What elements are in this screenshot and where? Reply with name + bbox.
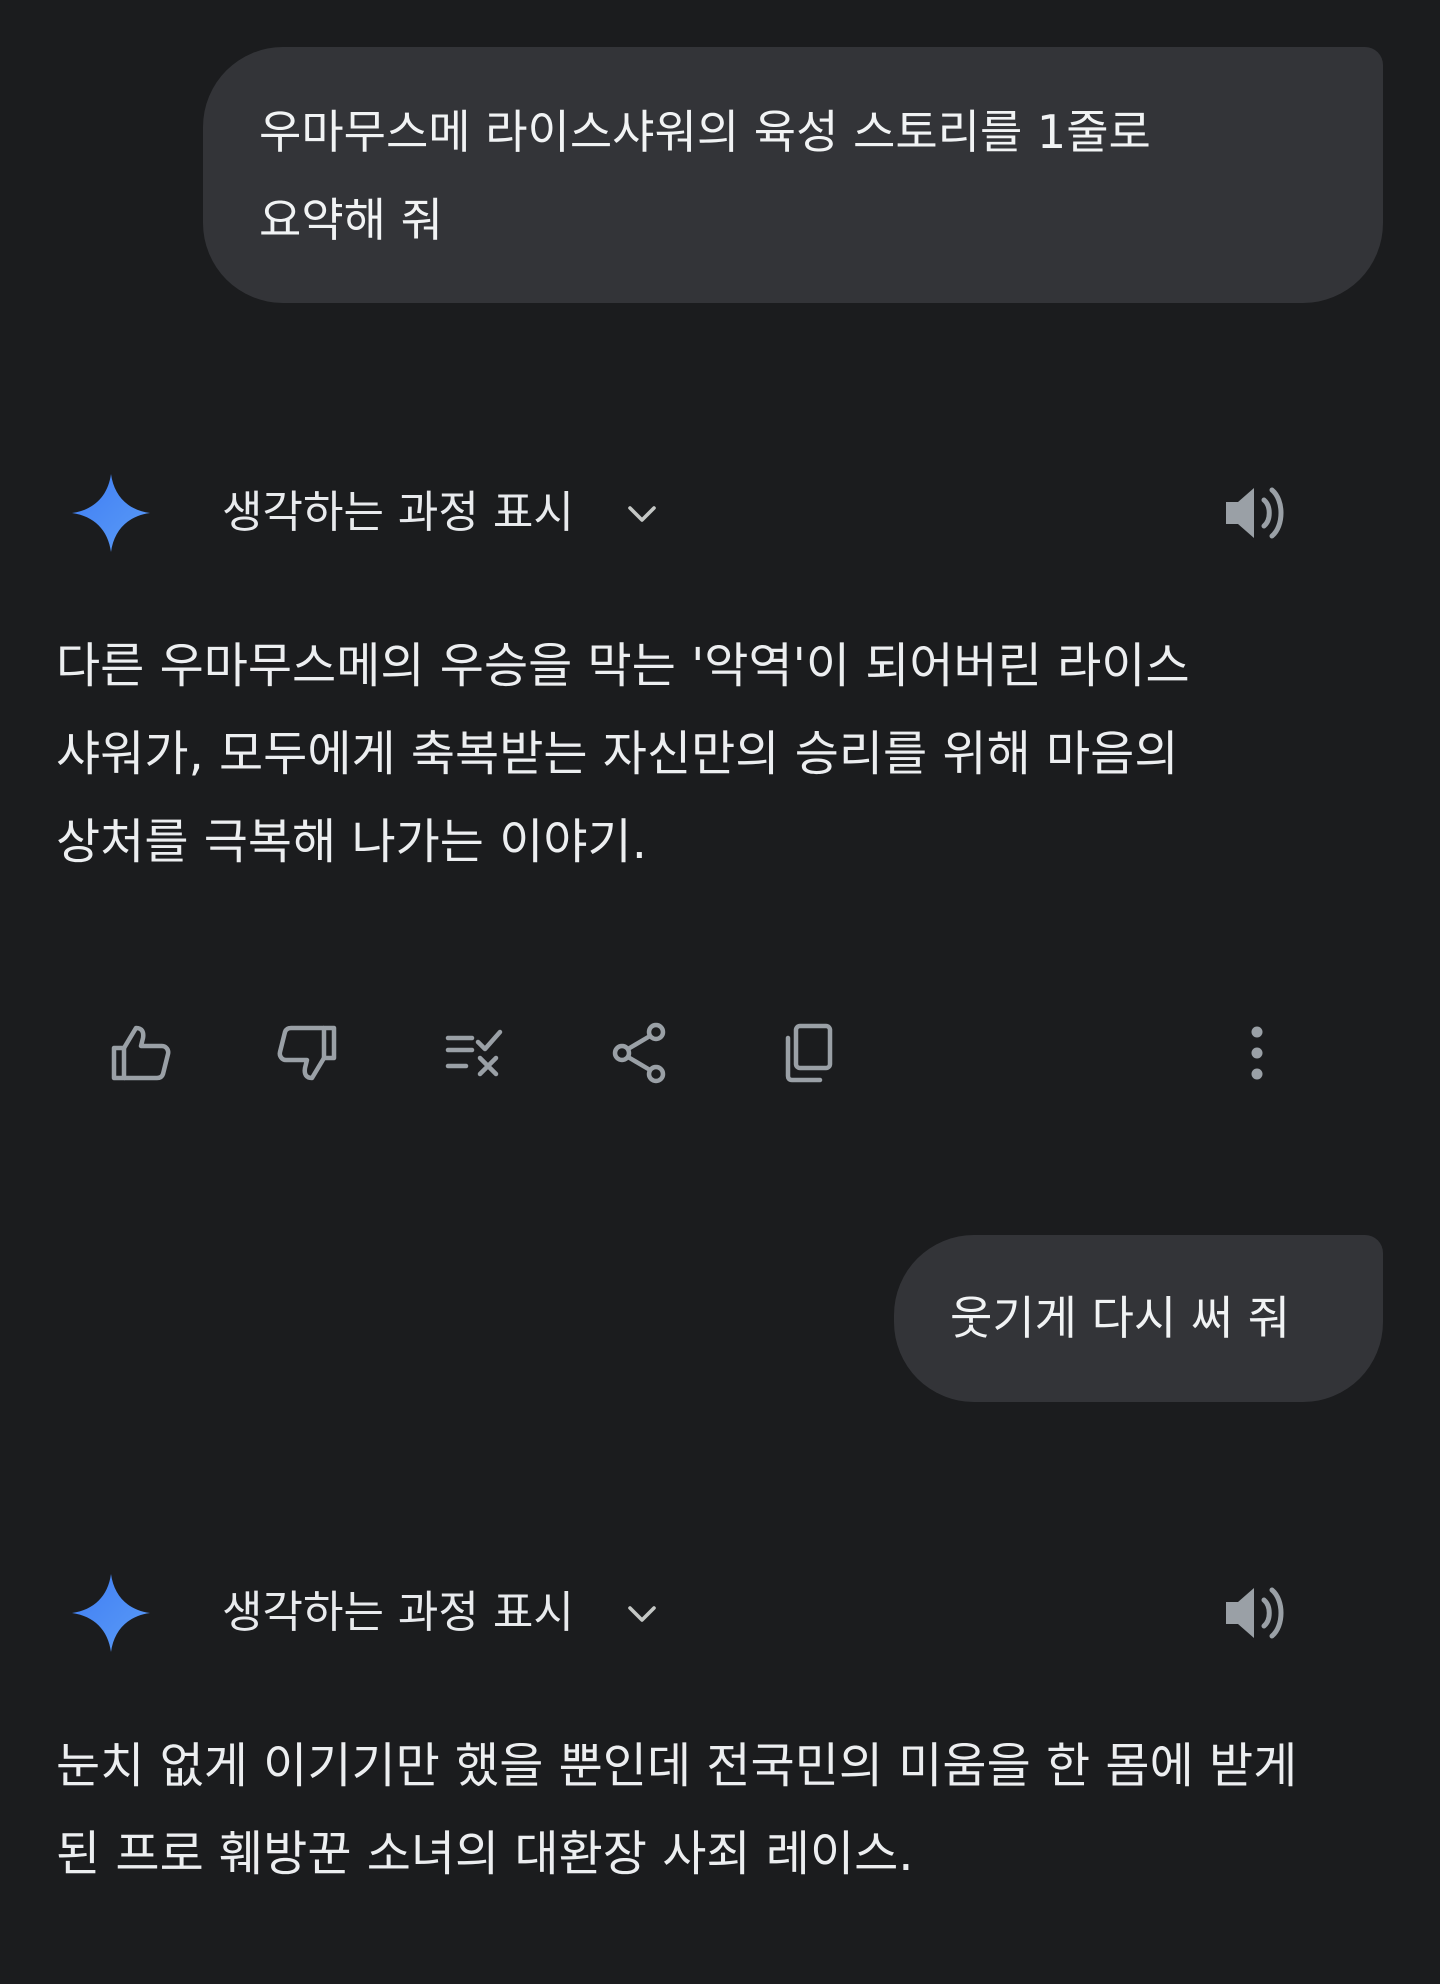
share-icon bbox=[612, 1022, 666, 1084]
ai-response-header: 생각하는 과정 표시 bbox=[0, 458, 1440, 568]
ai-response-header: 생각하는 과정 표시 bbox=[0, 1558, 1440, 1668]
share-button[interactable] bbox=[604, 1016, 678, 1090]
gemini-spark-icon bbox=[72, 474, 150, 552]
user-message-line: 우마무스메 라이스샤워의 육성 스토리를 1줄로 bbox=[259, 105, 1151, 159]
user-message-text: 웃기게 다시 써 줘 bbox=[950, 1291, 1291, 1345]
chevron-down-icon[interactable] bbox=[622, 494, 662, 534]
gemini-spark-icon bbox=[72, 1574, 150, 1652]
speaker-icon[interactable] bbox=[1220, 1580, 1290, 1646]
thumbs-up-button[interactable] bbox=[104, 1016, 178, 1090]
chevron-down-icon[interactable] bbox=[622, 1594, 662, 1634]
more-vert-icon bbox=[1251, 1026, 1263, 1080]
ai-response-text: 다른 우마무스메의 우승을 막는 '악역'이 되어버린 라이스 샤워가, 모두에… bbox=[56, 622, 1396, 886]
user-message-line: 요약해 줘 bbox=[259, 193, 443, 247]
more-options-button[interactable] bbox=[1220, 1016, 1294, 1090]
ai-response-line: 상처를 극복해 나가는 이야기. bbox=[56, 814, 647, 870]
show-thinking-toggle[interactable]: 생각하는 과정 표시 bbox=[222, 1584, 574, 1642]
user-message-bubble: 우마무스메 라이스샤워의 육성 스토리를 1줄로 요약해 줘 bbox=[203, 47, 1383, 303]
response-action-bar bbox=[0, 1016, 1440, 1090]
speaker-icon[interactable] bbox=[1220, 480, 1290, 546]
copy-button[interactable] bbox=[772, 1016, 846, 1090]
ai-response-text: 눈치 없게 이기기만 했을 뿐인데 전국민의 미움을 한 몸에 받게 된 프로 … bbox=[56, 1722, 1426, 1898]
ai-response-line: 샤워가, 모두에게 축복받는 자신만의 승리를 위해 마음의 bbox=[56, 726, 1179, 782]
double-check-button[interactable] bbox=[438, 1016, 512, 1090]
thumbs-down-icon bbox=[277, 1025, 337, 1081]
thumbs-down-button[interactable] bbox=[270, 1016, 344, 1090]
copy-icon bbox=[785, 1023, 833, 1083]
show-thinking-toggle[interactable]: 생각하는 과정 표시 bbox=[222, 484, 574, 542]
thumbs-up-icon bbox=[111, 1025, 171, 1081]
user-message-bubble: 웃기게 다시 써 줘 bbox=[894, 1235, 1383, 1402]
ai-response-line: 다른 우마무스메의 우승을 막는 '악역'이 되어버린 라이스 bbox=[56, 638, 1190, 694]
chat-page: 우마무스메 라이스샤워의 육성 스토리를 1줄로 요약해 줘 생각하는 과정 표… bbox=[0, 0, 1440, 1984]
double-check-icon bbox=[445, 1029, 503, 1077]
ai-response-line: 눈치 없게 이기기만 했을 뿐인데 전국민의 미움을 한 몸에 받게 bbox=[56, 1738, 1298, 1794]
ai-response-line: 된 프로 훼방꾼 소녀의 대환장 사죄 레이스. bbox=[56, 1826, 914, 1882]
